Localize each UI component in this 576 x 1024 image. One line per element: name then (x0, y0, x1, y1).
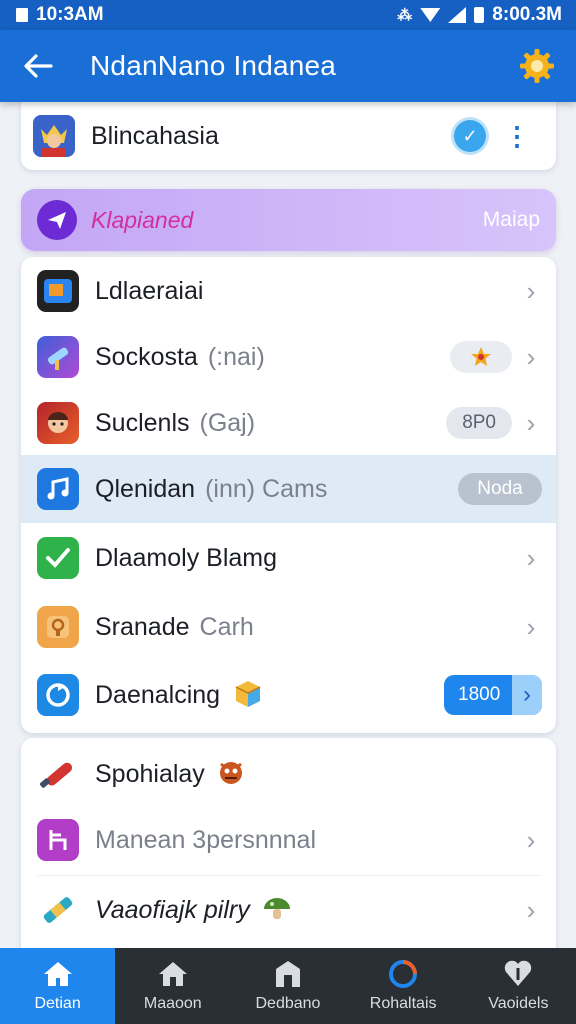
list-item-title: Dlaamoly Blamg (95, 543, 278, 572)
nav-label: Vaoidels (488, 995, 549, 1012)
house-icon (156, 959, 190, 989)
vibrate-icon: ⁂ (397, 7, 413, 24)
refresh-icon (386, 959, 420, 989)
chevron-right-icon: › (526, 824, 536, 855)
chevron-right-icon: › (526, 407, 536, 438)
list-item[interactable]: Spohialay (21, 740, 556, 808)
list-item[interactable]: Sranade Carh › (21, 593, 556, 661)
nav-item-rohaltais[interactable]: Rohaltais (346, 948, 461, 1024)
star-badge-icon (450, 341, 512, 373)
nav-item-dedbano[interactable]: Dedbano (230, 948, 345, 1024)
more-options-icon[interactable]: ⋮ (504, 123, 530, 149)
list-item[interactable]: Daenalcing 1800 › (21, 661, 556, 729)
top-item-card[interactable]: Blincahasia ✓ ⋮ (21, 102, 556, 170)
count-pill[interactable]: 8P0 (446, 407, 512, 439)
heart-icon (501, 959, 535, 989)
list-item[interactable]: Suclenls (Gaj) 8P0 › (21, 389, 556, 457)
price-value: 1800 (458, 684, 501, 705)
list-item-title: Daenalcing (95, 680, 221, 709)
mushroom-icon (262, 895, 292, 926)
promo-action[interactable]: Maiap (483, 208, 540, 232)
nav-label: Dedbano (255, 995, 321, 1012)
chevron-right-icon: › (526, 341, 536, 372)
wifi-icon (420, 8, 441, 22)
gear-icon[interactable] (516, 45, 558, 87)
list-item-title: Vaaofiajk pilry (95, 895, 250, 924)
list-item-title: Spohialay (95, 759, 205, 788)
chevron-right-icon: › (512, 675, 542, 715)
chair-icon (37, 819, 79, 861)
game-avatar-icon (33, 115, 75, 157)
chevron-right-icon: › (526, 275, 536, 306)
list-item[interactable]: Sockosta (:nai) › (21, 323, 556, 391)
chevron-right-icon: › (526, 894, 536, 925)
nav-item-maaoon[interactable]: Maaoon (115, 948, 230, 1024)
promo-label: Klapianed (91, 206, 194, 233)
package-icon (232, 677, 264, 714)
send-icon (37, 200, 77, 240)
list-item-title: Sranade (95, 612, 190, 641)
app-bar: NdanNano Indanea (0, 30, 576, 102)
list-item-title: Ldlaeraiai (95, 276, 204, 305)
status-pill[interactable]: Noda (458, 473, 542, 505)
nav-label: Maaoon (143, 995, 202, 1012)
battery-icon (474, 7, 485, 23)
chevron-right-icon: › (526, 611, 536, 642)
list-item-subtitle: (Gaj) (199, 408, 256, 437)
character-app-icon (37, 402, 79, 444)
nav-item-detian[interactable]: Detian (0, 948, 116, 1024)
list-item-title: Manean 3persnnnal (95, 825, 316, 854)
app-list: Ldlaeraiai › Sockosta (:nai) › Suclenls … (21, 257, 556, 733)
price-button[interactable]: 1800 › (444, 675, 542, 715)
page-title: NdanNano Indanea (90, 50, 337, 81)
music-note-icon (37, 468, 79, 510)
telescope-app-icon (37, 336, 79, 378)
home-icon (41, 959, 75, 989)
list-item[interactable]: Dlaamoly Blamg › (21, 524, 556, 592)
secondary-list: Spohialay Manean 3persnnnal › Vaaofiajk … (21, 738, 556, 950)
promo-banner[interactable]: Klapianed Maiap (21, 189, 556, 251)
pencil-icon (37, 889, 79, 931)
list-item[interactable]: Manean 3persnnnal › (21, 806, 556, 874)
refresh-app-icon (37, 674, 79, 716)
list-item[interactable]: Ldlaeraiai › (21, 257, 556, 325)
notification-icon (16, 8, 28, 22)
status-clock: 8:00.3M (492, 4, 562, 25)
list-item-subtitle: (inn) Cams (205, 474, 328, 503)
status-time: 10:3AM (36, 4, 104, 25)
chevron-right-icon: › (526, 542, 536, 573)
building-icon (271, 959, 305, 989)
back-arrow-icon[interactable] (18, 46, 58, 86)
list-item[interactable]: Qlenidan (inn) Cams Noda (21, 455, 556, 523)
signal-icon (448, 7, 467, 23)
monster-icon (217, 758, 245, 791)
rocket-icon (37, 753, 79, 795)
list-item-subtitle: Carh (199, 612, 254, 641)
tablet-app-icon (37, 270, 79, 312)
bottom-navigation: Detian Maaoon Dedbano Rohaltais Vaoidels (0, 948, 576, 1024)
checkmark-icon (37, 537, 79, 579)
list-item[interactable]: Vaaofiajk pilry › (21, 876, 556, 944)
list-item-title: Sockosta (95, 342, 198, 371)
nav-label: Rohaltais (369, 995, 437, 1012)
nav-item-vaoidels[interactable]: Vaoidels (461, 948, 576, 1024)
list-item-title: Suclenls (95, 408, 190, 437)
list-item-title: Qlenidan (95, 474, 196, 503)
badge-app-icon (37, 606, 79, 648)
list-item-subtitle: (:nai) (207, 342, 265, 371)
nav-label: Detian (34, 995, 81, 1012)
verified-icon: ✓ (454, 120, 486, 152)
status-bar: 10:3AM ⁂ 8:00.3M (0, 0, 576, 30)
top-item-title: Blincahasia (91, 121, 219, 150)
